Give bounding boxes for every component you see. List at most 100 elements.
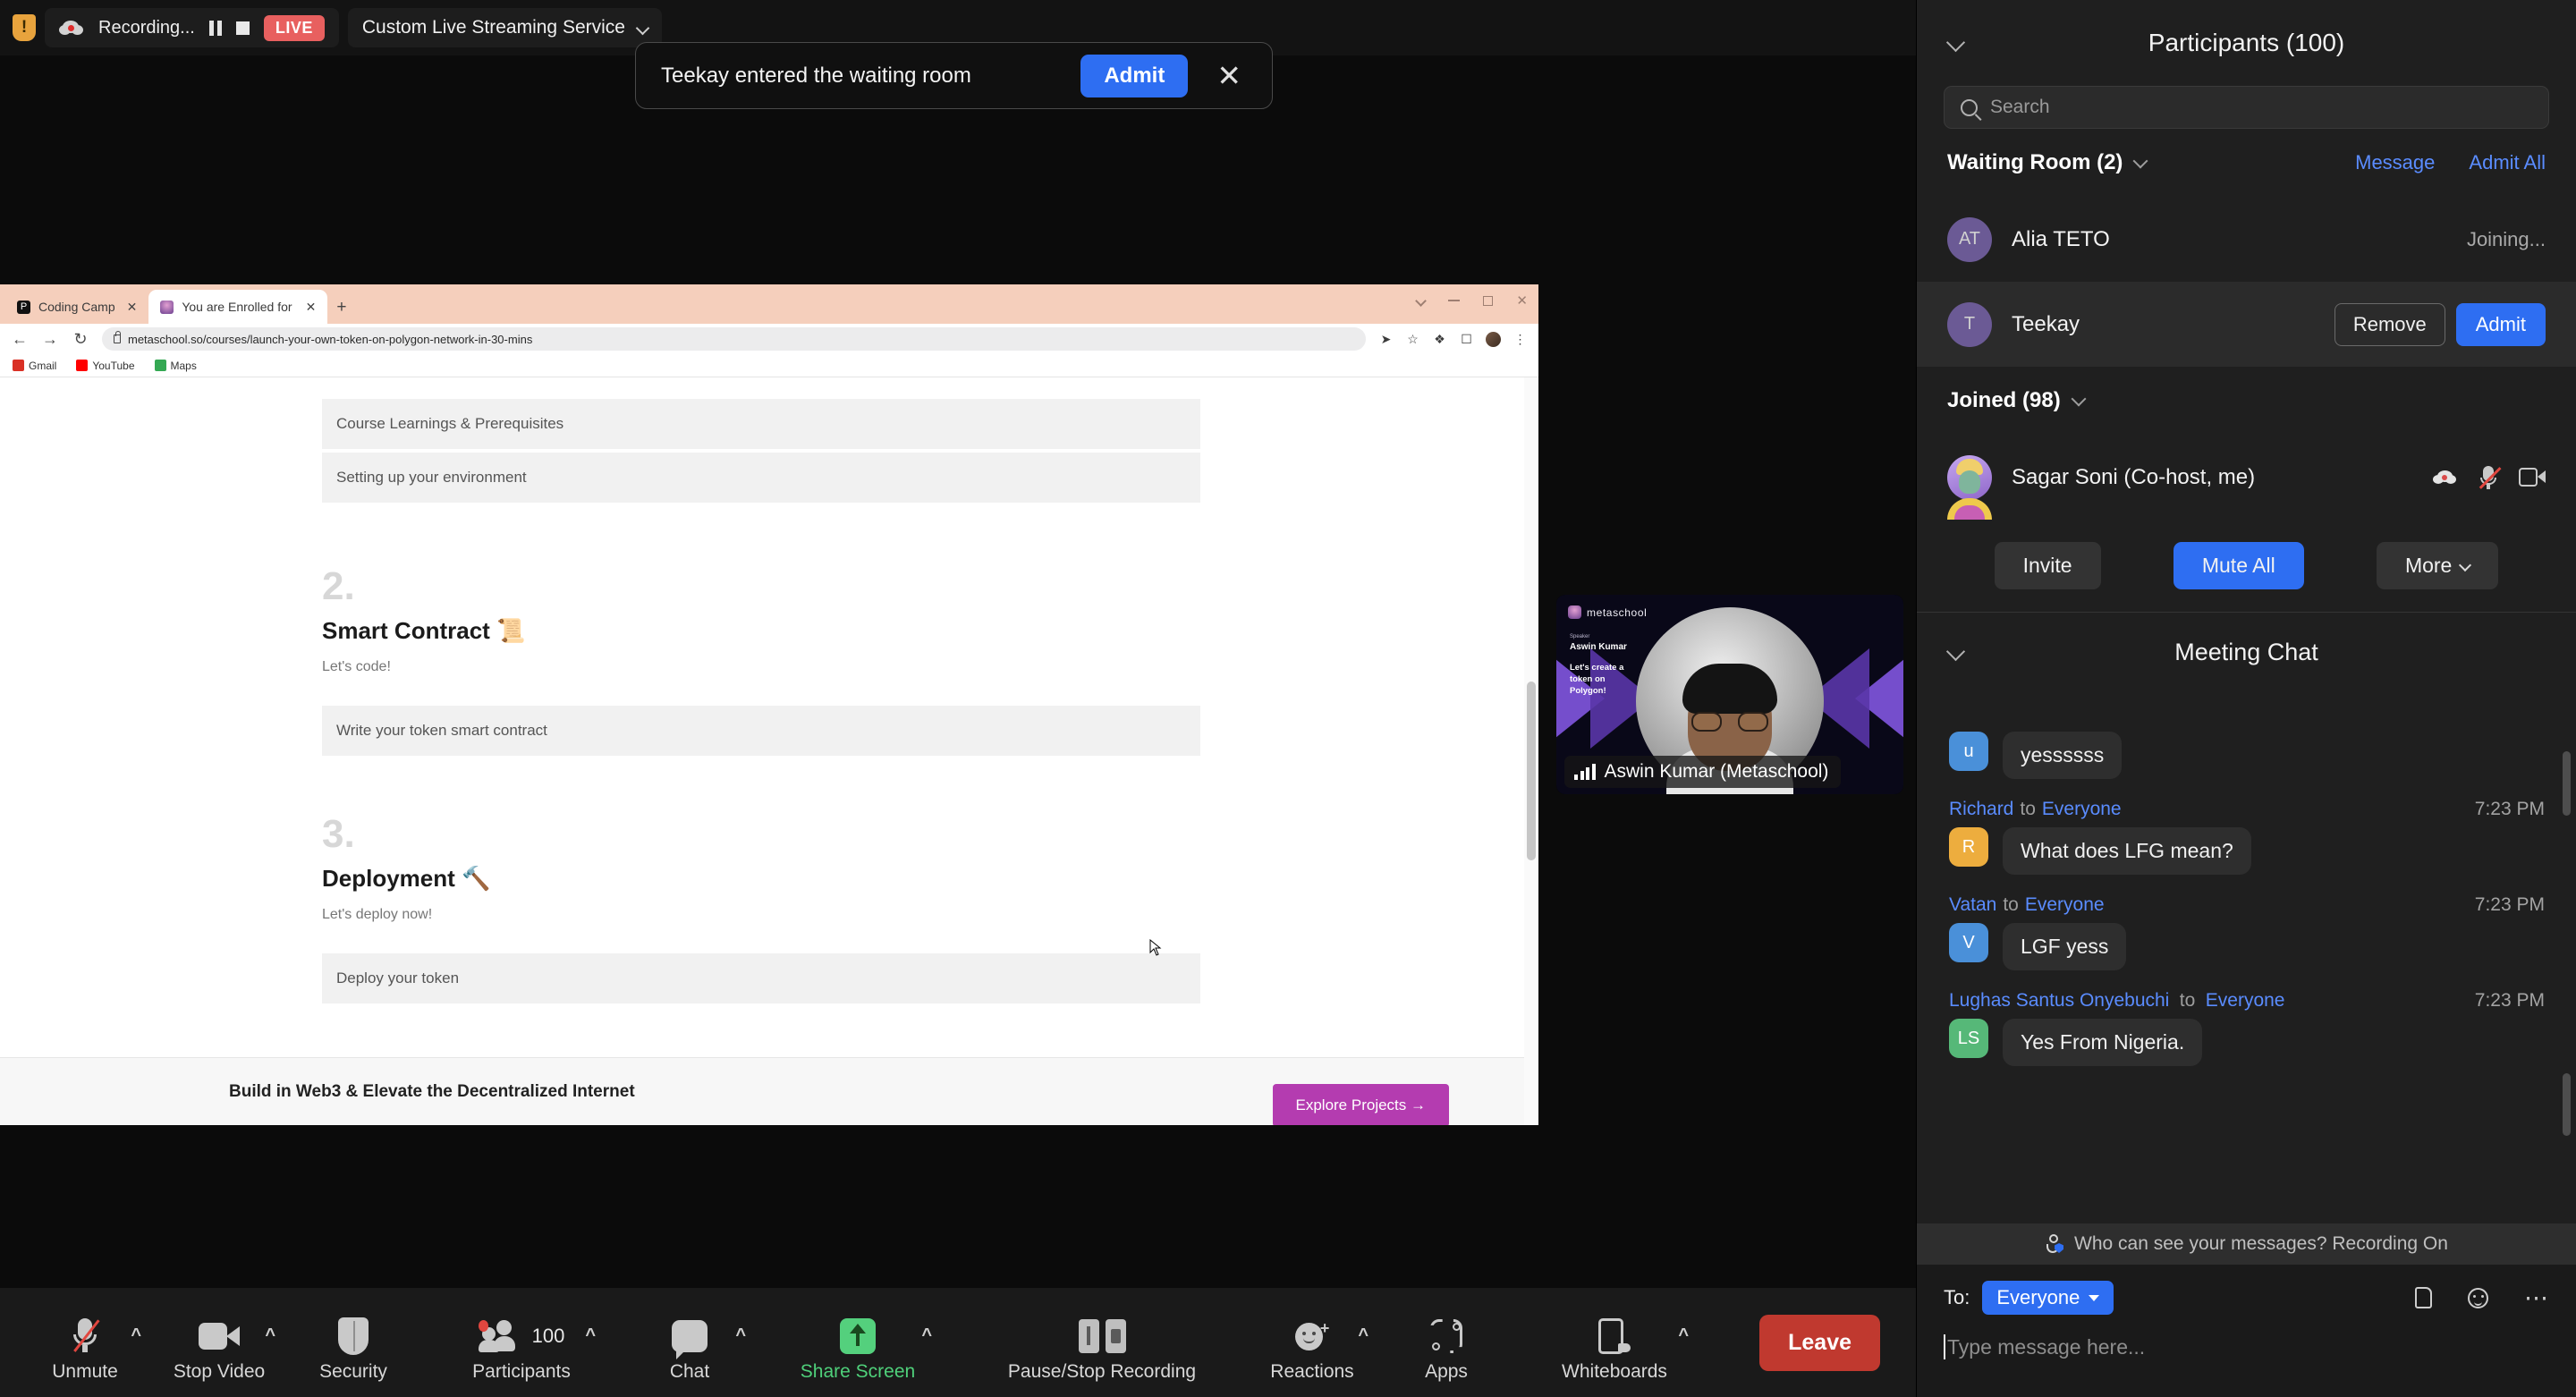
scrollbar-thumb[interactable] [2563, 1073, 2571, 1136]
mic-off-icon[interactable] [2478, 465, 2499, 490]
participants-search-input[interactable]: Search [1944, 86, 2549, 129]
waiting-participant-row[interactable]: AT Alia TETO Joining... [1917, 197, 2576, 282]
chat-message-input[interactable]: Type message here... [1944, 1334, 2550, 1359]
chat-button[interactable]: Chat ^ [623, 1302, 757, 1383]
browser-tab[interactable]: P Coding Camp ✕ [5, 290, 148, 324]
stop-video-button[interactable]: Stop Video ^ [152, 1302, 286, 1383]
more-button[interactable]: More [2377, 542, 2498, 589]
chevron-up-icon[interactable]: ^ [735, 1325, 746, 1346]
chevron-up-icon[interactable]: ^ [585, 1325, 596, 1346]
profile-avatar[interactable] [1486, 332, 1501, 347]
waiting-participant-row[interactable]: T Teekay Remove Admit [1917, 282, 2576, 367]
apps-button[interactable]: Apps [1379, 1302, 1513, 1383]
chevron-up-icon[interactable]: ^ [921, 1325, 932, 1346]
participant-name: Sagar Soni (Co-host, me) [2012, 465, 2433, 490]
toast-close-icon[interactable]: ✕ [1211, 61, 1247, 90]
chat-sender[interactable]: Vatan [1949, 894, 1996, 916]
browser-menu-icon[interactable]: ⋮ [1513, 332, 1528, 347]
pause-stop-recording-button[interactable]: Pause/Stop Recording [959, 1302, 1245, 1383]
toast-admit-button[interactable]: Admit [1080, 55, 1188, 97]
bookmark-item[interactable]: Maps [155, 360, 197, 372]
accordion-row[interactable]: Write your token smart contract [322, 706, 1200, 756]
accordion-row[interactable]: Deploy your token [322, 953, 1200, 1003]
message-link[interactable]: Message [2355, 151, 2435, 174]
explore-projects-button[interactable]: Explore Projects → [1273, 1084, 1450, 1126]
chat-icon [672, 1320, 708, 1352]
leave-button[interactable]: Leave [1759, 1315, 1880, 1371]
camera-icon[interactable] [2519, 468, 2546, 487]
bookmark-item[interactable]: Gmail [13, 360, 56, 372]
accordion-row[interactable]: Setting up your environment [322, 453, 1200, 503]
chat-privacy-notice[interactable]: Who can see your messages? Recording On [1917, 1223, 2576, 1265]
admit-button[interactable]: Admit [2456, 303, 2546, 346]
bookmark-item[interactable]: YouTube [76, 360, 134, 372]
security-button[interactable]: Security [286, 1302, 420, 1383]
share-screen-button[interactable]: Share Screen ^ [757, 1302, 959, 1383]
joined-participant-row[interactable]: Sagar Soni (Co-host, me) [1917, 435, 2576, 520]
toolbar-label: Stop Video [174, 1361, 265, 1383]
accordion-row[interactable]: Course Learnings & Prerequisites [322, 399, 1200, 449]
scrollbar-thumb[interactable] [2563, 751, 2571, 816]
reload-icon[interactable]: ↻ [72, 330, 89, 349]
mute-all-button[interactable]: Mute All [2174, 542, 2304, 589]
file-icon[interactable] [2415, 1287, 2432, 1308]
sidebar-icon[interactable]: ☐ [1459, 332, 1474, 347]
chevron-down-icon[interactable] [1946, 642, 1965, 661]
maximize-icon[interactable] [1483, 296, 1493, 306]
gmail-icon [13, 360, 24, 371]
chat-scrollbar[interactable] [2563, 751, 2571, 1216]
whiteboards-button[interactable]: Whiteboards ^ [1513, 1302, 1716, 1383]
url-input[interactable]: metaschool.so/courses/launch-your-own-to… [102, 327, 1366, 351]
reactions-icon: + [1295, 1320, 1329, 1352]
admit-all-link[interactable]: Admit All [2469, 151, 2546, 174]
page-scrollbar[interactable] [1524, 377, 1538, 1125]
shield-warning-icon[interactable] [13, 14, 36, 41]
chat-meta: Vatan to Everyone 7:23 PM [1949, 894, 2545, 916]
live-stream-service-selector[interactable]: Custom Live Streaming Service [348, 8, 662, 47]
chevron-down-icon[interactable] [2071, 391, 2086, 406]
pause-icon[interactable] [209, 21, 222, 36]
participants-button[interactable]: 100 Participants ^ [420, 1302, 623, 1383]
forward-icon[interactable]: → [41, 330, 59, 349]
new-tab-button[interactable]: + [336, 298, 346, 318]
pause-stop-recording-icon [1079, 1319, 1126, 1353]
close-icon[interactable]: ✕ [127, 300, 138, 315]
chevron-up-icon[interactable]: ^ [1678, 1325, 1689, 1346]
chevron-up-icon[interactable]: ^ [265, 1325, 275, 1346]
chevron-down-icon[interactable] [2133, 153, 2148, 168]
more-options-icon[interactable]: ⋯ [2524, 1291, 2550, 1305]
chevron-down-icon[interactable] [1946, 33, 1965, 52]
chat-message-list[interactable]: u yessssss Richard to Everyone 7:23 PM R… [1917, 724, 2576, 1225]
remove-button[interactable]: Remove [2334, 303, 2445, 346]
invite-button[interactable]: Invite [1995, 542, 2101, 589]
privacy-text: Who can see your messages? Recording On [2074, 1233, 2448, 1255]
back-icon[interactable]: ← [11, 330, 29, 349]
bookmark-star-icon[interactable]: ☆ [1405, 332, 1420, 347]
recipient-selector[interactable]: Everyone [1982, 1281, 2114, 1315]
extensions-puzzle-icon[interactable]: ❖ [1432, 332, 1447, 347]
cloud-recording-icon [59, 19, 84, 37]
chevron-up-icon[interactable]: ^ [1358, 1325, 1368, 1346]
stop-icon[interactable] [236, 21, 250, 35]
share-icon[interactable]: ➤ [1378, 332, 1394, 347]
chevron-down-icon[interactable] [1416, 295, 1428, 307]
scrollbar-thumb[interactable] [1527, 682, 1536, 860]
minimize-icon[interactable] [1448, 300, 1460, 301]
section-title: Smart Contract 📜 [322, 617, 1538, 645]
participant-name: Aswin Kumar (Metaschool) [1605, 761, 1829, 783]
emoji-icon[interactable] [2468, 1288, 2488, 1308]
speaker-video-thumbnail[interactable]: metaschool Speaker Aswin Kumar Let's cre… [1556, 595, 1903, 794]
browser-tab-active[interactable]: You are Enrolled for Launch your ✕ [148, 290, 327, 324]
close-icon[interactable]: ✕ [1516, 292, 1528, 309]
reactions-button[interactable]: + Reactions ^ [1245, 1302, 1379, 1383]
avatar: V [1949, 923, 1988, 962]
unmute-button[interactable]: Unmute ^ [18, 1302, 152, 1383]
chevron-up-icon[interactable]: ^ [131, 1325, 141, 1346]
chat-sender[interactable]: Richard [1949, 799, 2013, 820]
close-icon[interactable]: ✕ [306, 300, 317, 315]
glasses-icon [1691, 712, 1768, 732]
chat-to-word: to [2003, 894, 2019, 916]
accordion-label: Deploy your token [336, 969, 459, 987]
chat-sender[interactable]: Lughas Santus Onyebuchi [1949, 990, 2169, 1011]
browser-actions: ➤ ☆ ❖ ☐ ⋮ [1378, 332, 1528, 347]
